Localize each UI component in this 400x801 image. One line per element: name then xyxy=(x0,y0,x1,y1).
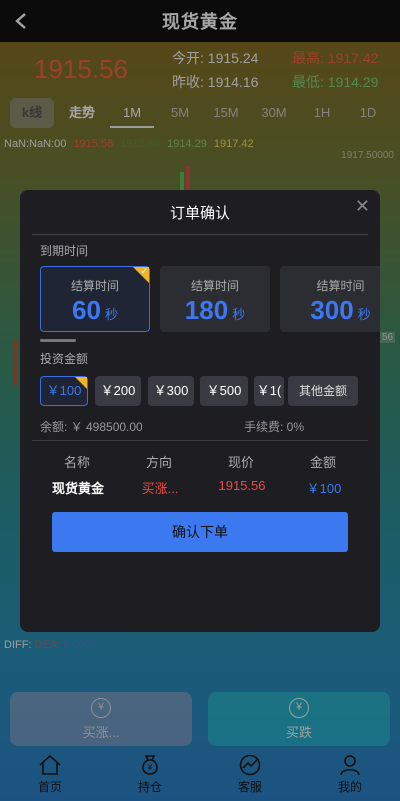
selected-check-icon xyxy=(75,377,87,389)
time-option-label: 结算时间 xyxy=(316,279,365,293)
amount-option-500[interactable]: ￥500 xyxy=(200,376,248,406)
close-button[interactable]: ✕ xyxy=(355,196,370,217)
expiry-label: 到期时间 xyxy=(40,244,89,258)
amount-option-100[interactable]: ￥100 xyxy=(40,376,88,406)
amount-value: ￥1( xyxy=(256,383,282,398)
amount-label: 投资金额 xyxy=(40,352,89,366)
check-icon: ✓ xyxy=(140,266,148,276)
amount-value: ￥500 xyxy=(206,383,242,398)
balance-text: 余额: ￥ 498500.00 xyxy=(40,420,143,434)
time-option-unit: 秒 xyxy=(232,307,246,322)
order-direction: 买涨... xyxy=(141,481,179,496)
order-name: 现货黄金 xyxy=(51,481,104,496)
col-header-direction: 方向 xyxy=(145,455,172,470)
amount-value: ￥200 xyxy=(100,383,136,398)
amount-option-200[interactable]: ￥200 xyxy=(95,376,141,406)
amount-option-300[interactable]: ￥300 xyxy=(148,376,194,406)
col-header-price: 现价 xyxy=(227,455,254,470)
order-price: 1915.56 xyxy=(218,478,266,493)
time-option-value: 300 xyxy=(310,295,354,325)
amount-value: ￥300 xyxy=(153,383,189,398)
close-icon: ✕ xyxy=(354,196,370,216)
scroll-indicator xyxy=(40,339,76,342)
time-option-60[interactable]: 结算时间 60 秒 ✓ xyxy=(40,266,150,332)
amount-option-1000[interactable]: ￥1( xyxy=(254,376,284,406)
modal-title: 订单确认 xyxy=(169,205,230,222)
time-option-unit: 秒 xyxy=(104,307,118,322)
time-option-value: 60 xyxy=(72,295,101,325)
time-option-180[interactable]: 结算时间 180 秒 xyxy=(160,266,270,332)
fee-text: 手续费: 0% xyxy=(244,420,305,434)
order-confirm-modal: 订单确认 ✕ 到期时间 结算时间 60 秒 ✓ 结算时间 180 秒 结算时间 30… xyxy=(20,190,380,632)
col-header-amount: 金额 xyxy=(309,455,336,470)
col-header-name: 名称 xyxy=(63,455,90,470)
time-option-unit: 秒 xyxy=(357,307,371,322)
order-amount: ￥100 xyxy=(306,481,342,496)
divider xyxy=(32,234,368,235)
time-option-label: 结算时间 xyxy=(190,279,239,293)
time-option-value: 180 xyxy=(184,295,229,325)
confirm-order-button[interactable]: 确认下单 xyxy=(52,512,348,552)
divider xyxy=(32,440,368,441)
other-amount-button[interactable]: 其他金额 xyxy=(288,376,358,406)
time-option-300[interactable]: 结算时间 300 秒 xyxy=(280,266,380,332)
